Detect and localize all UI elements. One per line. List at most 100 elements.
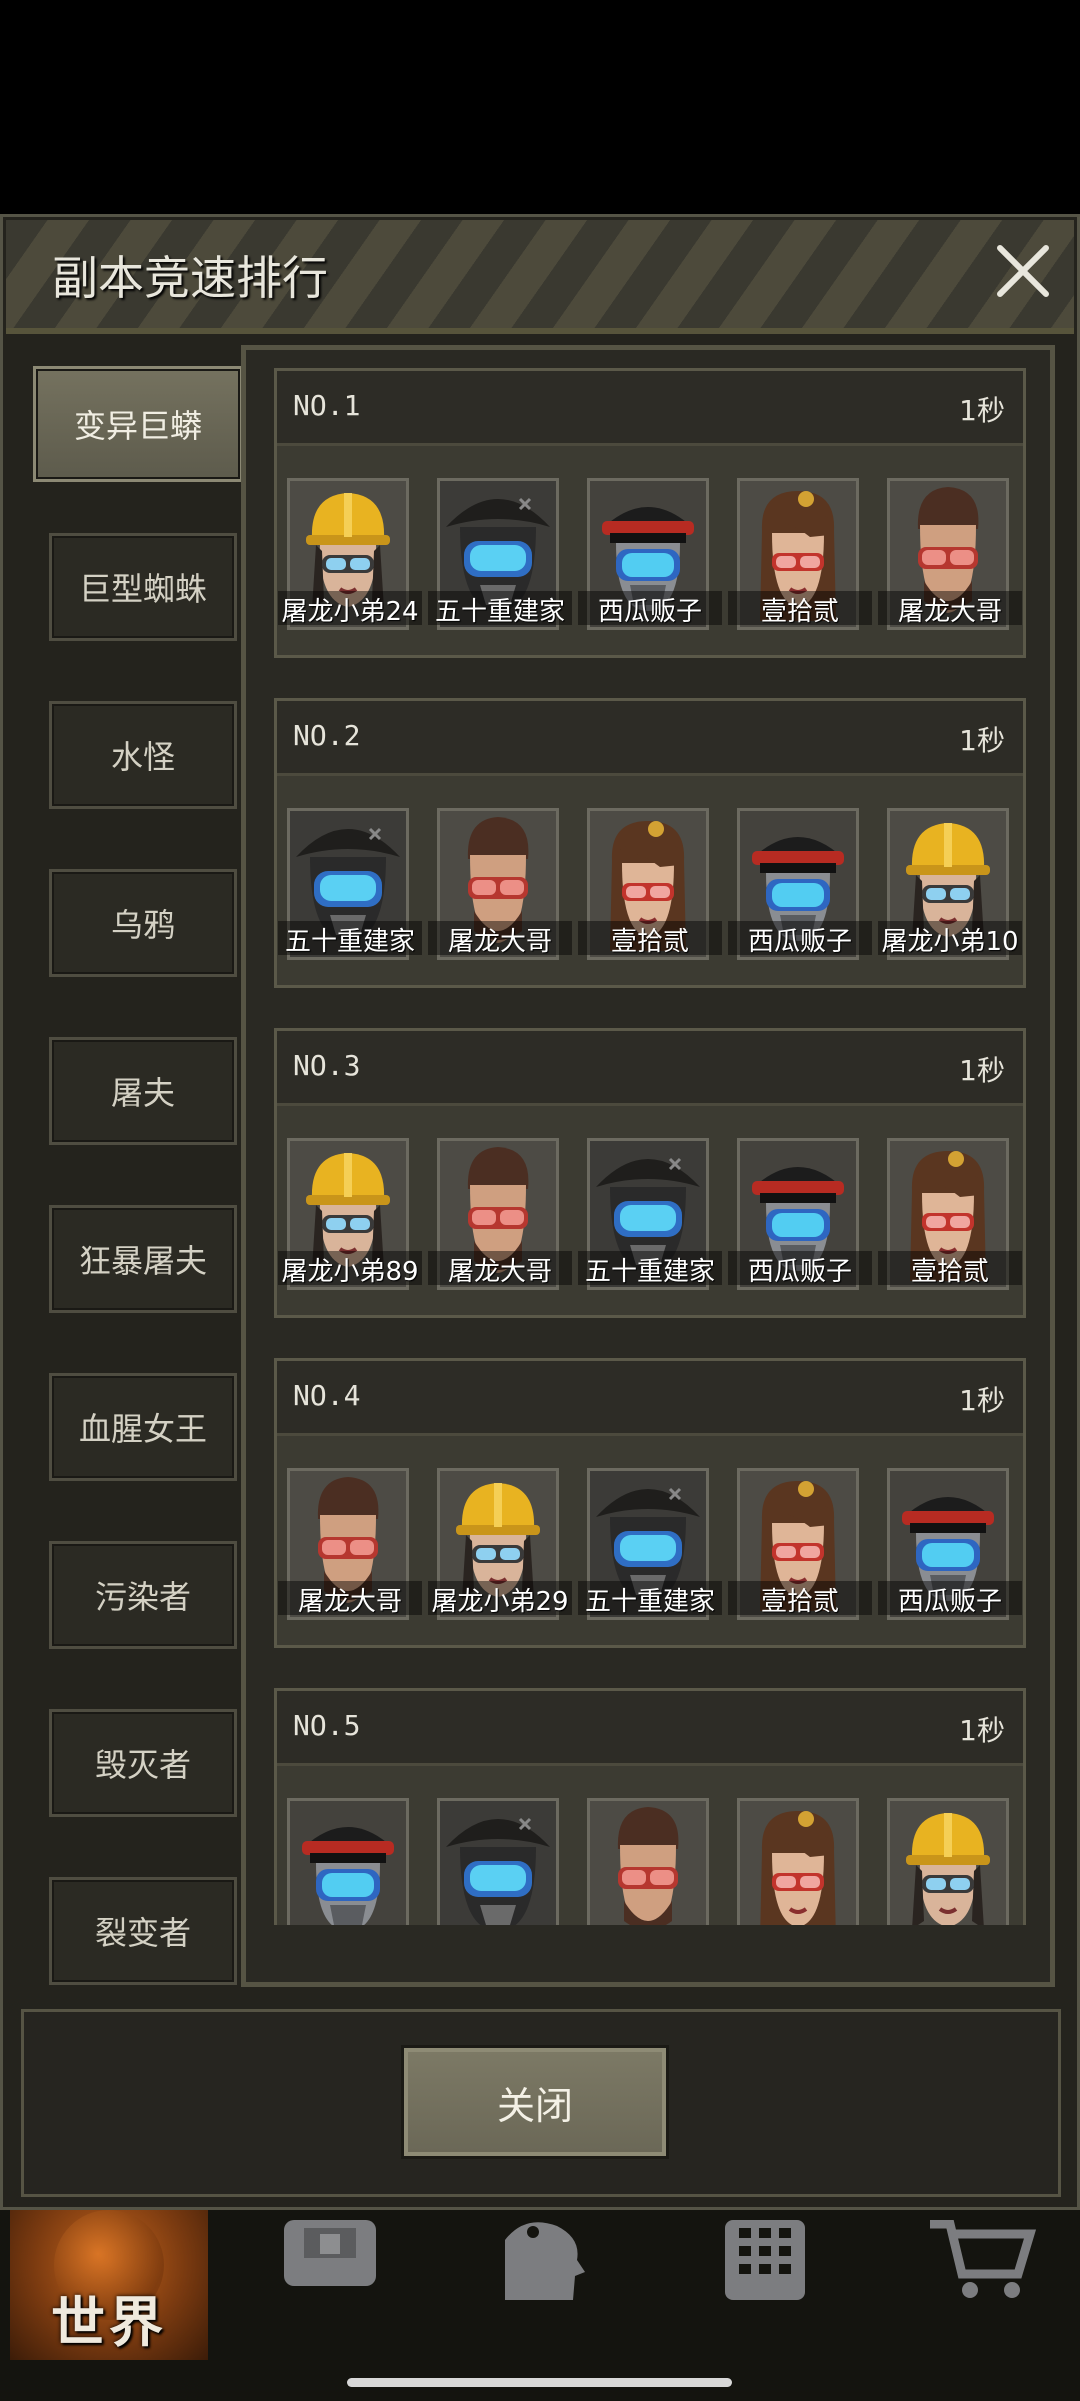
ranking-card-header: NO.3 1秒 <box>277 1031 1023 1106</box>
member-name: 西瓜贩子 <box>728 1251 872 1285</box>
speedrun-ranking-dialog: 副本竞速排行 变异巨蟒 巨型蜘蛛 水怪 乌鸦 屠夫 狂暴屠夫 血腥女王 污染者 … <box>0 214 1080 2210</box>
close-button-label: 关闭 <box>496 2083 573 2128</box>
tab-dungeon-6[interactable]: 狂暴屠夫 <box>49 1205 237 1313</box>
member-name: 屠龙大哥 <box>428 1251 572 1285</box>
team-member[interactable] <box>287 1798 409 1925</box>
member-name: 屠龙小弟29 <box>428 1581 572 1615</box>
team-member[interactable] <box>737 1798 859 1925</box>
nav-world-tab[interactable]: 世界 <box>10 2210 208 2360</box>
clear-time: 1秒 <box>959 394 1005 427</box>
ranking-list[interactable]: NO.1 1秒 屠龙小弟24 五十重建家 西瓜贩子 壹拾贰 屠龙大哥 NO.2 1秒 五十重建家屠… <box>256 360 1040 1925</box>
tab-label: 血腥女王 <box>78 1410 207 1448</box>
team-member[interactable]: 五十重建家 <box>578 1468 722 1620</box>
close-button[interactable]: 关闭 <box>404 2048 666 2156</box>
team-member[interactable]: 五十重建家 <box>428 478 572 630</box>
tab-dungeon-10[interactable]: 裂变者 <box>49 1877 237 1985</box>
close-icon[interactable] <box>990 238 1056 304</box>
tricorn-avatar <box>440 1801 556 1925</box>
member-name: 屠龙小弟10 <box>878 921 1022 955</box>
tab-label: 毁灭者 <box>94 1746 191 1784</box>
tab-label: 变异巨蟒 <box>73 407 202 445</box>
team-member[interactable]: 壹拾贰 <box>878 1138 1022 1290</box>
member-name: 壹拾贰 <box>728 1581 872 1615</box>
team-member[interactable]: 壹拾贰 <box>728 1468 872 1620</box>
home-indicator[interactable] <box>347 2378 732 2387</box>
tab-dungeon-2[interactable]: 巨型蜘蛛 <box>49 533 237 641</box>
team-member[interactable] <box>437 1798 559 1925</box>
rank-number: NO.3 <box>293 1049 361 1082</box>
team-member[interactable]: 西瓜贩子 <box>878 1468 1022 1620</box>
tab-dungeon-8[interactable]: 污染者 <box>49 1541 237 1649</box>
member-name: 西瓜贩子 <box>728 921 872 955</box>
phone-icon[interactable] <box>705 2220 825 2300</box>
member-name: 五十重建家 <box>428 591 572 625</box>
ranking-card: NO.1 1秒屠龙小弟24 五十重建家 西瓜贩子 壹拾贰 屠龙大哥 <box>274 368 1026 658</box>
team-member[interactable]: 屠龙小弟89 <box>278 1138 422 1290</box>
team-member[interactable]: 屠龙大哥 <box>278 1468 422 1620</box>
rank-number: NO.2 <box>293 719 361 752</box>
ranking-card-header: NO.1 1秒 <box>277 371 1023 446</box>
tab-label: 屠夫 <box>110 1074 175 1112</box>
girl-avatar <box>740 1801 856 1925</box>
clear-time: 1秒 <box>959 1054 1005 1087</box>
man-avatar <box>590 1801 706 1925</box>
tab-dungeon-7[interactable]: 血腥女王 <box>49 1373 237 1481</box>
backpack-icon[interactable] <box>270 2220 390 2300</box>
ranking-card: NO.3 1秒屠龙小弟89 屠龙大哥 五十重建家 西瓜贩子 壹拾贰 <box>274 1028 1026 1318</box>
character-icon[interactable] <box>485 2220 605 2300</box>
member-name: 壹拾贰 <box>878 1251 1022 1285</box>
team-member[interactable]: 屠龙大哥 <box>428 808 572 960</box>
shop-cart-icon[interactable] <box>920 2219 1040 2300</box>
ranking-list-panel[interactable]: NO.1 1秒 屠龙小弟24 五十重建家 西瓜贩子 壹拾贰 屠龙大哥 NO.2 1秒 五十重建家屠… <box>241 345 1055 1987</box>
nav-world-label: 世界 <box>51 2291 167 2354</box>
member-name: 五十重建家 <box>578 1251 722 1285</box>
team-member[interactable] <box>887 1798 1009 1925</box>
hardhat-avatar <box>890 1801 1006 1925</box>
team-member[interactable]: 五十重建家 <box>578 1138 722 1290</box>
team-member[interactable]: 屠龙大哥 <box>878 478 1022 630</box>
ranking-card-header: NO.5 1秒 <box>277 1691 1023 1766</box>
team-member[interactable]: 西瓜贩子 <box>728 1138 872 1290</box>
team-member[interactable]: 壹拾贰 <box>728 478 872 630</box>
member-name: 屠龙大哥 <box>878 591 1022 625</box>
tab-label: 乌鸦 <box>110 906 175 944</box>
ranking-card: NO.5 1秒 <box>274 1688 1026 1925</box>
clear-time: 1秒 <box>959 724 1005 757</box>
member-name: 壹拾贰 <box>578 921 722 955</box>
ranking-card-header: NO.2 1秒 <box>277 701 1023 776</box>
team-member[interactable] <box>587 1798 709 1925</box>
rank-number: NO.4 <box>293 1379 361 1412</box>
team-member[interactable]: 屠龙小弟24 <box>278 478 422 630</box>
member-name: 屠龙大哥 <box>278 1581 422 1615</box>
member-name: 壹拾贰 <box>728 591 872 625</box>
team-member[interactable]: 屠龙小弟29 <box>428 1468 572 1620</box>
tab-dungeon-3[interactable]: 水怪 <box>49 701 237 809</box>
clear-time: 1秒 <box>959 1714 1005 1747</box>
member-name: 屠龙小弟89 <box>278 1251 422 1285</box>
tab-label: 裂变者 <box>94 1914 191 1952</box>
team-member[interactable]: 五十重建家 <box>278 808 422 960</box>
ranking-card: NO.2 1秒五十重建家 屠龙大哥 壹拾贰 西瓜贩子 屠龙小弟10 <box>274 698 1026 988</box>
member-name: 五十重建家 <box>578 1581 722 1615</box>
team-member[interactable]: 西瓜贩子 <box>728 808 872 960</box>
tab-dungeon-1[interactable]: 变异巨蟒 <box>33 366 243 482</box>
clear-time: 1秒 <box>959 1384 1005 1417</box>
member-name: 西瓜贩子 <box>578 591 722 625</box>
officer-avatar <box>290 1801 406 1925</box>
tab-label: 污染者 <box>94 1578 191 1616</box>
dialog-footer: 关闭 <box>21 2009 1061 2197</box>
tab-dungeon-5[interactable]: 屠夫 <box>49 1037 237 1145</box>
rank-number: NO.1 <box>293 389 361 422</box>
tab-dungeon-4[interactable]: 乌鸦 <box>49 869 237 977</box>
ranking-card-header: NO.4 1秒 <box>277 1361 1023 1436</box>
tab-dungeon-9[interactable]: 毁灭者 <box>49 1709 237 1817</box>
member-name: 五十重建家 <box>278 921 422 955</box>
rank-number: NO.5 <box>293 1709 361 1742</box>
team-member[interactable]: 屠龙小弟10 <box>878 808 1022 960</box>
team-member[interactable]: 壹拾贰 <box>578 808 722 960</box>
tab-label: 巨型蜘蛛 <box>78 570 207 608</box>
team-member[interactable]: 屠龙大哥 <box>428 1138 572 1290</box>
member-name: 西瓜贩子 <box>878 1581 1022 1615</box>
dialog-header: 副本竞速排行 <box>6 220 1074 334</box>
team-member[interactable]: 西瓜贩子 <box>578 478 722 630</box>
